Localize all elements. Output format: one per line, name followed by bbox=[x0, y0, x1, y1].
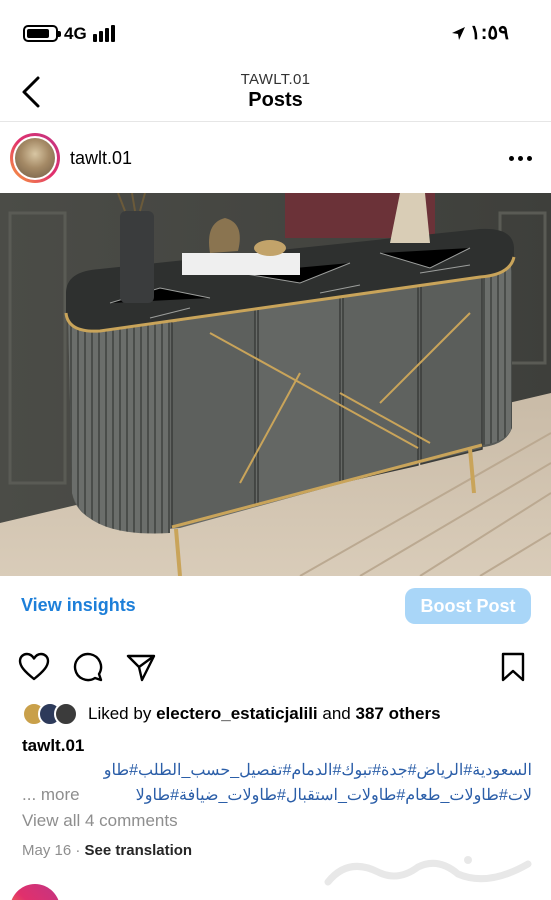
post-meta: May 16 · See translation bbox=[22, 842, 192, 859]
status-bar: 4G ١:٥٩ bbox=[0, 0, 551, 62]
post-actions bbox=[0, 645, 551, 689]
share-icon[interactable] bbox=[125, 651, 157, 683]
watermark-logo bbox=[324, 856, 532, 886]
network-type: 4G bbox=[64, 24, 87, 43]
likes-summary[interactable]: Liked by electero_estaticjalili and 387 … bbox=[88, 704, 441, 724]
caption-username[interactable]: tawlt.01 bbox=[22, 736, 532, 756]
clock: ١:٥٩ bbox=[470, 22, 509, 44]
separator: · bbox=[75, 842, 81, 859]
comment-icon[interactable] bbox=[72, 651, 104, 683]
post-image[interactable] bbox=[0, 193, 551, 576]
post-header: tawlt.01 bbox=[0, 123, 551, 193]
post-username[interactable]: tawlt.01 bbox=[70, 148, 132, 169]
page-title: Posts bbox=[248, 89, 303, 111]
likes-count[interactable]: 387 others bbox=[356, 704, 441, 723]
more-options-icon[interactable] bbox=[509, 151, 533, 165]
more-link[interactable]: ... more bbox=[22, 785, 82, 805]
post-caption: tawlt.01 السعودية#الرياض#جدة#تبوك#الدمام… bbox=[22, 736, 532, 806]
boost-post-button[interactable]: Boost Post bbox=[405, 588, 531, 624]
liked-by-username[interactable]: electero_estaticjalili bbox=[156, 704, 318, 723]
next-post-avatar[interactable] bbox=[10, 884, 60, 900]
signal-icon bbox=[93, 25, 119, 42]
save-bookmark-icon[interactable] bbox=[497, 651, 529, 683]
avatar bbox=[54, 702, 78, 726]
caption-hashtags-line2[interactable]: لات#طاولات_طعام#طاولات_استقبال#طاولات_ضي… bbox=[22, 785, 532, 806]
view-comments-link[interactable]: View all 4 comments bbox=[22, 811, 178, 831]
insights-row: View insights Boost Post bbox=[0, 577, 551, 633]
nav-header: TAWLT.01 Posts bbox=[0, 62, 551, 122]
like-heart-icon[interactable] bbox=[18, 651, 50, 683]
caption-hashtags-line1[interactable]: السعودية#الرياض#جدة#تبوك#الدمام#تفصيل_حس… bbox=[22, 760, 532, 781]
avatar[interactable] bbox=[10, 133, 60, 183]
see-translation-link[interactable]: See translation bbox=[85, 842, 193, 859]
post-date: May 16 bbox=[22, 842, 72, 859]
battery-icon bbox=[23, 25, 61, 42]
location-arrow-icon bbox=[452, 27, 465, 40]
likes-row: Liked by electero_estaticjalili and 387 … bbox=[0, 700, 551, 728]
account-name: TAWLT.01 bbox=[240, 71, 311, 88]
liked-by-avatars[interactable] bbox=[22, 702, 82, 726]
view-insights-link[interactable]: View insights bbox=[21, 595, 136, 616]
